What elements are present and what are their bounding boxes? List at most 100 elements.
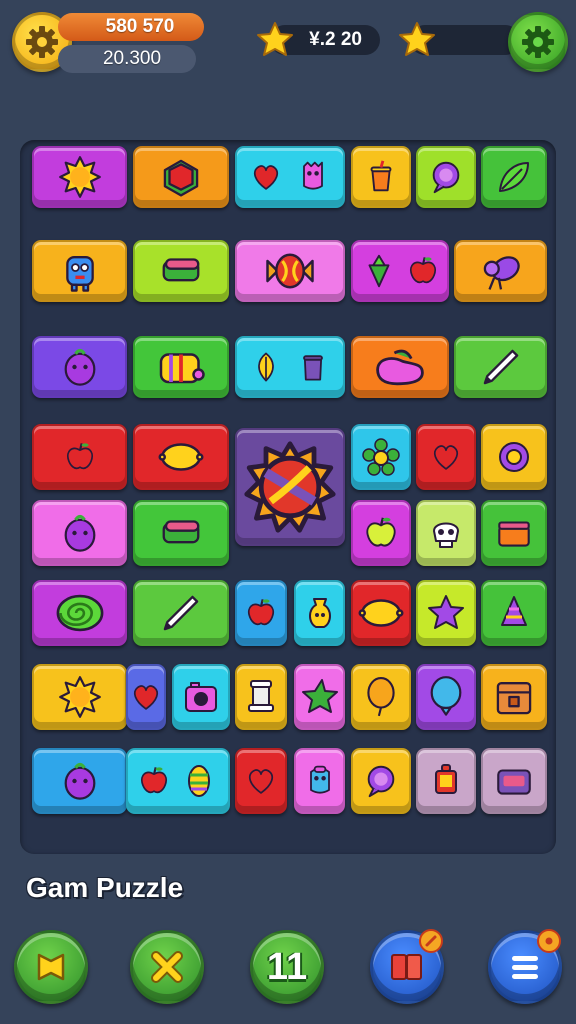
gear-icon <box>26 26 58 58</box>
grapes-icon <box>478 248 524 294</box>
book-icon <box>158 248 204 294</box>
board-tile[interactable] <box>133 240 229 302</box>
book-button[interactable] <box>370 929 444 1004</box>
hint-button[interactable] <box>14 930 88 1004</box>
apple-icon <box>63 440 97 474</box>
pen-icon <box>158 590 204 636</box>
barrel-icon <box>156 342 206 392</box>
board-tile[interactable] <box>32 240 127 302</box>
menu-button[interactable] <box>488 929 562 1004</box>
board-tile[interactable] <box>235 336 345 398</box>
level-button[interactable]: 11 <box>250 930 324 1004</box>
board-tile[interactable] <box>235 580 287 646</box>
board-tile[interactable] <box>454 336 547 398</box>
lamp-red-icon <box>426 761 466 801</box>
board-tile[interactable] <box>32 146 127 208</box>
board-tile[interactable] <box>235 664 287 730</box>
pot-icon <box>295 349 331 385</box>
apple-green-icon <box>362 514 400 552</box>
board-tile[interactable] <box>481 580 547 646</box>
top-hud: 580 570 20.300 ¥.2 20 <box>0 0 576 84</box>
level-number: 11 <box>266 945 308 988</box>
board-tile[interactable] <box>133 146 229 208</box>
notification-badge <box>537 929 561 953</box>
pen-icon <box>478 344 524 390</box>
sun-icon <box>58 675 102 719</box>
notification-badge <box>419 929 443 953</box>
board-tile[interactable] <box>416 500 476 566</box>
box-icon <box>493 512 535 554</box>
alert-icon <box>545 937 553 945</box>
board-tile[interactable] <box>454 240 547 302</box>
board-tile[interactable] <box>481 664 547 730</box>
berry-icon <box>58 511 102 555</box>
robot-icon <box>57 248 103 294</box>
board-tile[interactable] <box>351 664 411 730</box>
board-tile[interactable] <box>416 664 476 730</box>
board-tile[interactable] <box>32 664 127 730</box>
board-tile[interactable] <box>32 500 127 566</box>
board-tile[interactable] <box>416 146 476 208</box>
cone-yellow-icon <box>179 761 219 801</box>
shuffle-button[interactable] <box>130 930 204 1004</box>
leaf-yellow-icon <box>249 350 283 384</box>
board-tile[interactable] <box>351 240 449 302</box>
board-tile[interactable] <box>351 336 449 398</box>
board-tile[interactable] <box>351 146 411 208</box>
lamp-icon <box>241 677 281 717</box>
board-tile[interactable] <box>416 748 476 814</box>
apple-icon <box>244 596 278 630</box>
board-tile[interactable] <box>133 580 229 646</box>
swirl-icon <box>54 587 106 639</box>
board-tile[interactable] <box>133 500 229 566</box>
board-tile[interactable] <box>235 240 345 302</box>
balloon-blue-icon <box>424 675 468 719</box>
book-icon <box>391 954 422 980</box>
board-tile[interactable] <box>351 424 411 490</box>
star-purple-icon <box>426 593 466 633</box>
board-tile[interactable] <box>133 424 229 490</box>
board-tile[interactable] <box>294 748 345 814</box>
board-tile[interactable] <box>235 748 287 814</box>
alert-icon <box>425 935 437 947</box>
game-title: Gam Puzzle <box>26 872 184 903</box>
board-tile[interactable] <box>351 500 411 566</box>
berry-icon <box>58 759 102 803</box>
board-tile[interactable] <box>416 580 476 646</box>
close-icon <box>151 951 183 983</box>
board-tile[interactable] <box>126 748 230 814</box>
cone-purple-icon <box>494 593 534 633</box>
options-button[interactable] <box>508 12 568 72</box>
board-tile[interactable] <box>351 580 411 646</box>
heart-icon <box>244 764 278 798</box>
board-tile[interactable] <box>126 664 166 730</box>
board-tile[interactable] <box>172 664 230 730</box>
board-tile[interactable] <box>32 336 127 398</box>
ball-icon <box>242 439 338 535</box>
board-tile[interactable] <box>481 146 547 208</box>
menu-icon <box>512 956 538 979</box>
board-tile[interactable] <box>351 748 411 814</box>
board-tile[interactable] <box>481 500 547 566</box>
board-tile[interactable] <box>235 428 345 546</box>
puzzle-board <box>20 140 556 854</box>
star-icon <box>257 22 293 56</box>
board-tile[interactable] <box>235 146 345 208</box>
board-tile[interactable] <box>294 580 345 646</box>
book-icon <box>158 510 204 556</box>
board-tile[interactable] <box>294 664 345 730</box>
board-tile[interactable] <box>416 424 476 490</box>
camera-icon <box>181 677 221 717</box>
board-tile[interactable] <box>481 424 547 490</box>
gear-icon <box>522 26 554 58</box>
board-tile[interactable] <box>32 580 127 646</box>
star-icon <box>399 22 435 56</box>
board-tile[interactable] <box>481 748 547 814</box>
board-tile[interactable] <box>32 748 127 814</box>
flag-icon <box>37 953 65 981</box>
board-tile[interactable] <box>32 424 127 490</box>
vase-icon <box>300 593 340 633</box>
bubble-icon <box>427 158 465 196</box>
heart-icon <box>429 440 463 474</box>
board-tile[interactable] <box>133 336 229 398</box>
